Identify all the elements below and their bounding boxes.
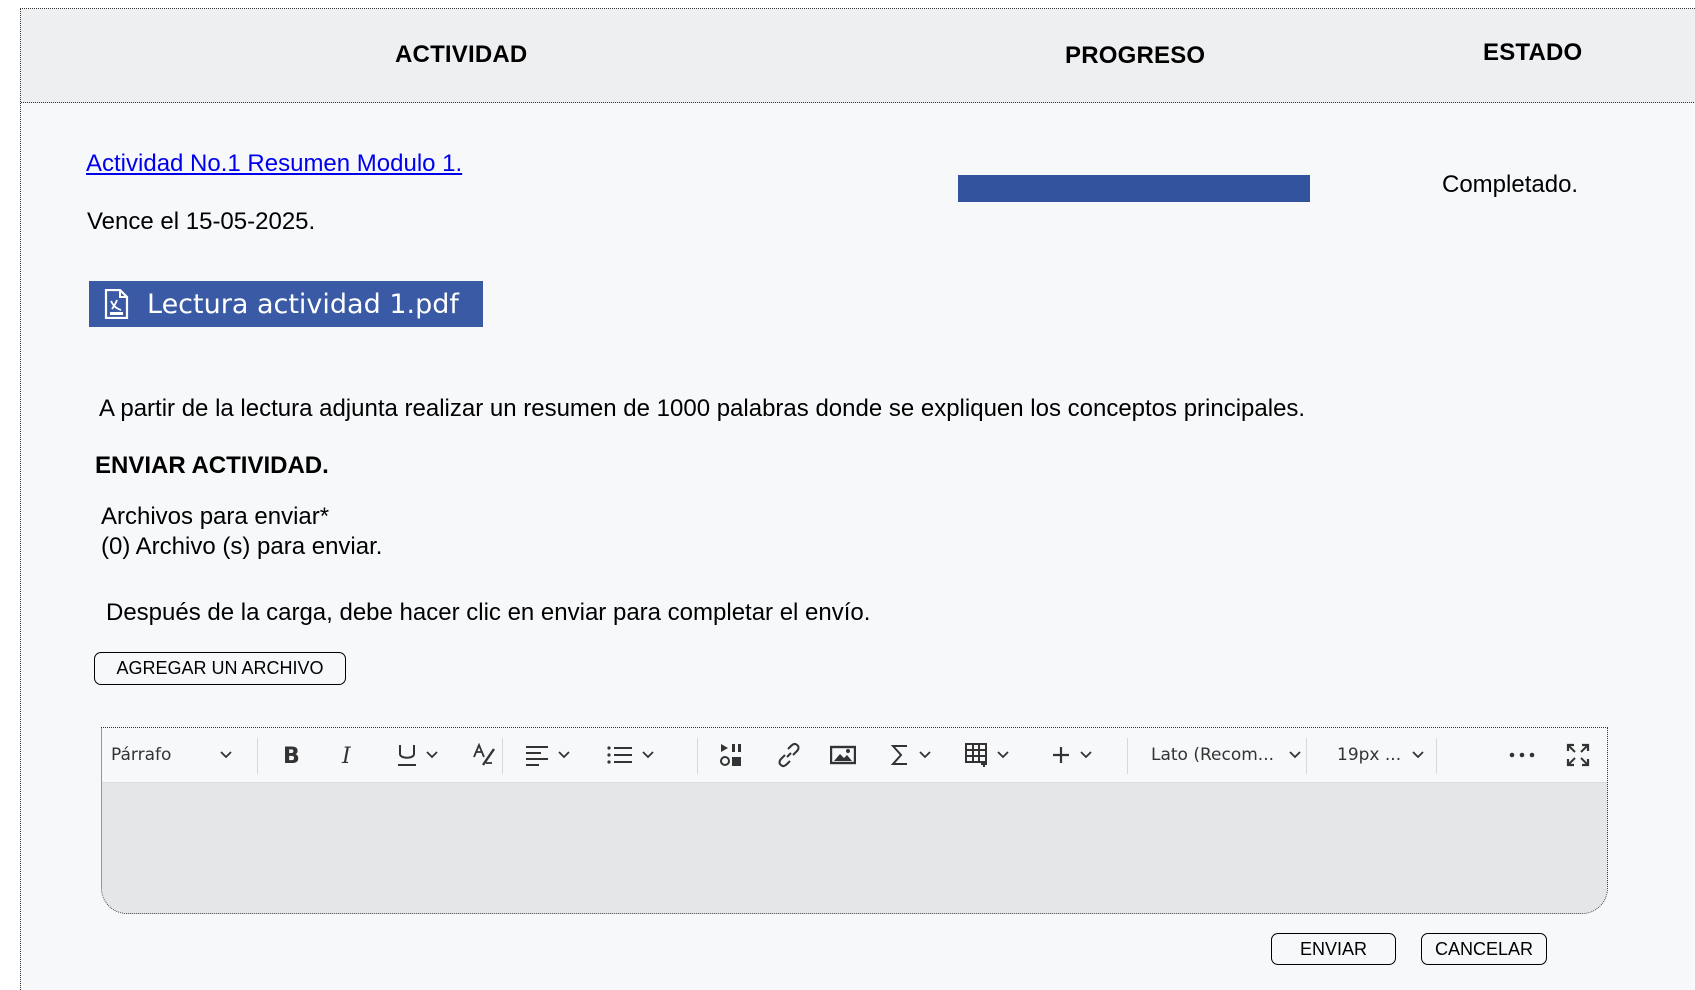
font-family-dropdown[interactable]: Lato (Recom... xyxy=(1151,728,1302,782)
toolbar-edge xyxy=(1607,728,1608,782)
equation-dropdown[interactable] xyxy=(890,728,932,782)
files-count: (0) Archivo (s) para enviar. xyxy=(101,533,383,560)
svg-text:I: I xyxy=(341,744,352,767)
table-header: ACTIVIDAD PROGRESO ESTADO xyxy=(21,9,1695,103)
files-to-send-label: Archivos para enviar* xyxy=(101,503,330,530)
toolbar-separator xyxy=(1306,738,1307,774)
underline-dropdown[interactable] xyxy=(395,728,439,782)
clear-format-icon xyxy=(472,743,498,767)
due-date: Vence el 15-05-2025. xyxy=(87,208,316,235)
toolbar-separator xyxy=(1436,738,1437,774)
paragraph-style-label: Párrafo xyxy=(111,745,172,765)
align-dropdown[interactable] xyxy=(525,728,571,782)
font-family-label: Lato (Recom... xyxy=(1151,745,1275,765)
chevron-down-icon xyxy=(1288,750,1302,760)
clear-format-button[interactable] xyxy=(472,728,498,782)
submit-section-title: ENVIAR ACTIVIDAD. xyxy=(95,452,329,479)
font-size-label: 19px ... xyxy=(1337,745,1402,765)
activity-title-link[interactable]: Actividad No.1 Resumen Modulo 1. xyxy=(86,150,462,178)
pdf-attachment-name: Lectura actividad 1.pdf xyxy=(147,288,459,320)
cancel-button[interactable]: CANCELAR xyxy=(1421,933,1547,965)
send-button[interactable]: ENVIAR xyxy=(1271,933,1396,965)
chevron-down-icon xyxy=(996,750,1010,760)
list-icon xyxy=(607,744,633,766)
header-activity: ACTIVIDAD xyxy=(395,41,528,68)
chevron-down-icon xyxy=(1079,750,1093,760)
chevron-down-icon xyxy=(918,750,932,760)
insert-more-dropdown[interactable] xyxy=(1051,728,1093,782)
insert-stuff-icon xyxy=(719,742,745,768)
status-label: Completado. xyxy=(1442,171,1579,198)
paragraph-style-dropdown[interactable]: Párrafo xyxy=(111,728,233,782)
svg-text:B: B xyxy=(283,744,300,767)
chevron-down-icon xyxy=(1411,750,1425,760)
link-button[interactable] xyxy=(776,728,802,782)
toolbar-separator xyxy=(502,738,503,774)
header-progress: PROGRESO xyxy=(1065,42,1206,69)
insert-stuff-button[interactable] xyxy=(719,728,745,782)
equation-icon xyxy=(890,743,910,767)
upload-note: Después de la carga, debe hacer clic en … xyxy=(106,599,871,626)
fullscreen-button[interactable] xyxy=(1566,728,1590,782)
insert-more-icon xyxy=(1051,745,1071,765)
chevron-down-icon xyxy=(641,750,655,760)
toolbar-separator xyxy=(257,738,258,774)
activity-instructions: A partir de la lectura adjunta realizar … xyxy=(99,395,1306,422)
list-dropdown[interactable] xyxy=(607,728,655,782)
progress-bar-fill xyxy=(958,175,1310,202)
add-file-button[interactable]: AGREGAR UN ARCHIVO xyxy=(94,652,346,685)
rich-text-editor: Párrafo B I Lato (Recom... 19px ... xyxy=(101,727,1608,914)
chevron-down-icon xyxy=(425,750,439,760)
bold-icon: B xyxy=(282,743,302,767)
pdf-attachment-link[interactable]: Lectura actividad 1.pdf xyxy=(89,281,483,327)
italic-button[interactable]: I xyxy=(340,728,358,782)
more-options-icon xyxy=(1509,751,1535,759)
header-status: ESTADO xyxy=(1483,39,1583,66)
italic-icon: I xyxy=(340,743,358,767)
toolbar-separator xyxy=(1127,738,1128,774)
align-icon xyxy=(525,744,549,766)
underline-icon xyxy=(395,742,419,768)
chevron-down-icon xyxy=(219,750,233,760)
image-icon xyxy=(830,744,856,766)
image-button[interactable] xyxy=(830,728,856,782)
table-dropdown[interactable] xyxy=(964,728,1010,782)
more-options-button[interactable] xyxy=(1509,728,1535,782)
editor-toolbar: Párrafo B I Lato (Recom... 19px ... xyxy=(102,728,1608,782)
fullscreen-icon xyxy=(1566,743,1590,767)
link-icon xyxy=(776,742,802,768)
toolbar-separator xyxy=(697,738,698,774)
font-size-dropdown[interactable]: 19px ... xyxy=(1337,728,1425,782)
editor-text-area[interactable] xyxy=(102,783,1607,913)
progress-bar xyxy=(958,175,1310,202)
activity-panel: ACTIVIDAD PROGRESO ESTADO Actividad No.1… xyxy=(20,8,1695,990)
bold-button[interactable]: B xyxy=(282,728,302,782)
chevron-down-icon xyxy=(557,750,571,760)
table-icon xyxy=(964,742,990,768)
pdf-file-icon xyxy=(103,288,129,320)
